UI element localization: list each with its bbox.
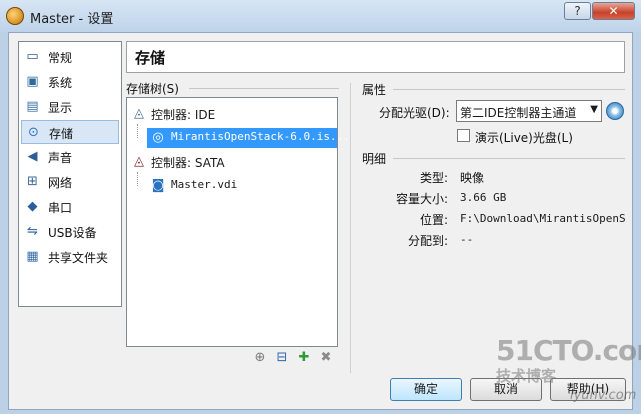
sidebar-item-audio[interactable]: ◀ 声音 bbox=[21, 145, 119, 169]
detail-key: 位置: bbox=[420, 213, 449, 227]
speaker-icon: ◀ bbox=[27, 149, 38, 164]
hard-disk-icon: ◙ bbox=[151, 178, 165, 193]
add-controller-icon[interactable]: ✚ bbox=[296, 350, 312, 366]
detail-key: 类型: bbox=[420, 171, 449, 185]
sidebar-item-display[interactable]: ▤ 显示 bbox=[21, 95, 119, 119]
ok-button[interactable]: 确定 bbox=[390, 378, 462, 401]
sidebar-item-shared-folders[interactable]: ▦ 共享文件夹 bbox=[21, 245, 119, 269]
watermark-subtitle: 技术博客 bbox=[496, 367, 557, 385]
detail-key: 分配到: bbox=[408, 234, 449, 248]
sidebar-item-label: 共享文件夹 bbox=[48, 251, 109, 265]
sidebar-item-label: 网络 bbox=[48, 176, 73, 190]
tree-item-label: 控制器: IDE bbox=[151, 108, 216, 122]
sidebar-item-label: 显示 bbox=[48, 101, 73, 115]
tree-item-optical-disc[interactable]: ◎ MirantisOpenStack-6.0.is... bbox=[147, 128, 350, 148]
storage-icon: ⊙ bbox=[28, 125, 39, 140]
sidebar-item-label: 常规 bbox=[48, 51, 73, 65]
storage-toolbar: ⊕ ⊟ ✚ ✖ bbox=[252, 350, 342, 368]
sidebar-item-storage[interactable]: ⊙ 存储 bbox=[21, 120, 119, 144]
chevron-down-icon: ▼ bbox=[590, 104, 598, 115]
details-label: 明细 bbox=[362, 152, 387, 166]
settings-window: Master - 设置 ? ✕ ▭ 常规 ▣ 系统 ▤ 显示 ⊙ 存储 ◀ 声音… bbox=[0, 0, 641, 414]
sidebar-item-label: USB设备 bbox=[48, 226, 97, 240]
detail-key: 容量大小: bbox=[396, 192, 449, 206]
tree-connector bbox=[137, 124, 138, 138]
tree-item-hard-disk[interactable]: ◙ Master.vdi bbox=[147, 176, 337, 196]
settings-sidebar: ▭ 常规 ▣ 系统 ▤ 显示 ⊙ 存储 ◀ 声音 ⊞ 网络 ◆ 串口 ⇋ USB… bbox=[18, 41, 122, 307]
usb-icon: ⇋ bbox=[27, 224, 38, 239]
tree-item-ide-controller[interactable]: ◬ 控制器: IDE bbox=[129, 104, 334, 124]
window-title: Master - 设置 bbox=[30, 12, 114, 27]
live-cd-label: 演示(Live)光盘(L) bbox=[475, 131, 573, 145]
virtualbox-icon bbox=[6, 7, 24, 25]
tree-connector bbox=[137, 172, 138, 186]
storage-tree-label: 存储树(S) bbox=[126, 82, 179, 96]
serial-port-icon: ◆ bbox=[27, 199, 38, 214]
sidebar-item-serial[interactable]: ◆ 串口 bbox=[21, 195, 119, 219]
detail-value: 3.66 GB bbox=[460, 191, 507, 204]
sidebar-item-usb[interactable]: ⇋ USB设备 bbox=[21, 220, 119, 244]
sidebar-item-network[interactable]: ⊞ 网络 bbox=[21, 170, 119, 194]
drive-select[interactable]: 第二IDE控制器主通道 ▼ bbox=[456, 100, 602, 122]
remove-attachment-icon[interactable]: ⊟ bbox=[274, 350, 290, 366]
watermark-logo: 51CTO.com bbox=[496, 334, 641, 367]
title-bar[interactable]: Master - 设置 ? ✕ bbox=[0, 0, 641, 32]
monitor-icon: ▭ bbox=[26, 49, 39, 64]
storage-tree[interactable]: ◬ 控制器: IDE ◎ MirantisOpenStack-6.0.is...… bbox=[126, 97, 350, 347]
optical-disc-icon: ◎ bbox=[152, 130, 164, 145]
attributes-label: 属性 bbox=[362, 83, 387, 97]
detail-value: 映像 bbox=[460, 171, 485, 185]
detail-value: -- bbox=[460, 233, 474, 246]
tree-item-label: 控制器: SATA bbox=[151, 156, 225, 170]
tree-item-label: Master.vdi bbox=[171, 178, 238, 191]
help-title-button[interactable]: ? bbox=[564, 2, 591, 20]
sidebar-item-label: 串口 bbox=[48, 201, 73, 215]
network-icon: ⊞ bbox=[27, 174, 38, 189]
sata-controller-icon: ◬ bbox=[134, 154, 144, 169]
detail-value: F:\Download\MirantisOpenS bbox=[460, 212, 626, 225]
drive-select-value: 第二IDE控制器主通道 bbox=[460, 106, 577, 120]
divider bbox=[393, 158, 625, 159]
add-attachment-icon[interactable]: ⊕ bbox=[252, 350, 268, 366]
sidebar-item-label: 声音 bbox=[48, 151, 73, 165]
divider bbox=[393, 89, 625, 90]
close-button[interactable]: ✕ bbox=[592, 2, 635, 20]
page-header: 存储 bbox=[126, 41, 625, 73]
sidebar-item-label: 存储 bbox=[49, 127, 74, 141]
sidebar-item-label: 系统 bbox=[48, 76, 73, 90]
ide-controller-icon: ◬ bbox=[134, 106, 144, 121]
display-icon: ▤ bbox=[26, 99, 39, 114]
sidebar-item-system[interactable]: ▣ 系统 bbox=[21, 70, 119, 94]
panel-divider bbox=[350, 83, 351, 373]
divider bbox=[189, 88, 339, 89]
choose-disc-button[interactable] bbox=[606, 102, 624, 120]
tree-item-label: MirantisOpenStack-6.0.is... bbox=[171, 130, 350, 143]
page-title: 存储 bbox=[135, 49, 166, 67]
watermark-url: iyunv.com bbox=[570, 388, 637, 403]
tree-item-sata-controller[interactable]: ◬ 控制器: SATA bbox=[129, 152, 334, 172]
remove-controller-icon[interactable]: ✖ bbox=[318, 350, 334, 366]
sidebar-item-general[interactable]: ▭ 常规 bbox=[21, 45, 119, 69]
drive-label: 分配光驱(D): bbox=[379, 106, 450, 120]
motherboard-icon: ▣ bbox=[26, 74, 39, 89]
live-cd-checkbox[interactable] bbox=[457, 129, 470, 142]
shared-folder-icon: ▦ bbox=[26, 249, 39, 264]
